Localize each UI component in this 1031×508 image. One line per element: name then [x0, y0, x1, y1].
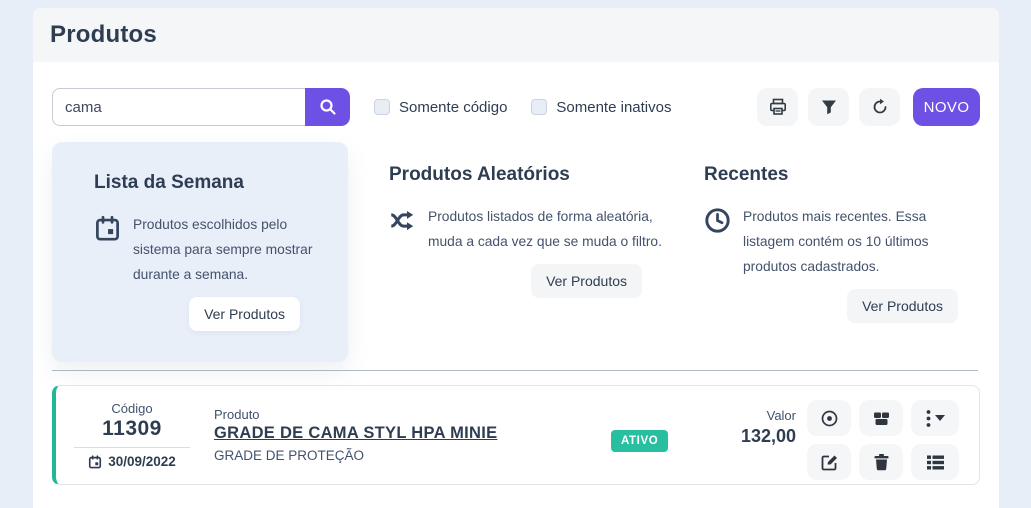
checkbox-somente-inativos[interactable]: Somente inativos	[531, 99, 671, 116]
status-badge: ATIVO	[611, 430, 668, 452]
printer-icon	[769, 98, 787, 116]
card-lista-da-semana: Lista da Semana Produtos escolhidos pelo…	[52, 142, 348, 362]
product-value: 132,00	[741, 426, 796, 447]
checkbox-label: Somente inativos	[556, 99, 671, 116]
trash-icon	[873, 453, 890, 471]
card-description: Produtos listados de forma aleatória, mu…	[428, 204, 666, 254]
info-cards-row: Lista da Semana Produtos escolhidos pelo…	[52, 142, 980, 362]
edit-icon	[820, 453, 839, 472]
card-description-line: Produtos listados de forma aleatória, mu…	[389, 204, 667, 254]
caret-down-icon	[935, 415, 945, 421]
card-description-line: Produtos mais recentes. Essa listagem co…	[704, 204, 982, 279]
card-title: Recentes	[704, 164, 982, 186]
card-produtos-aleatorios: Produtos Aleatórios Produtos listados de…	[389, 164, 667, 298]
code-divider	[74, 447, 190, 448]
ver-produtos-button[interactable]: Ver Produtos	[189, 297, 300, 331]
calendar-small-icon	[88, 455, 102, 469]
page-header: Produtos	[33, 8, 999, 62]
search-group	[52, 88, 350, 126]
ver-produtos-button[interactable]: Ver Produtos	[531, 264, 642, 298]
card-title: Produtos Aleatórios	[389, 164, 667, 186]
search-icon	[319, 98, 337, 116]
valor-label: Valor	[741, 408, 796, 423]
product-name-link[interactable]: GRADE DE CAMA STYL HPA MINIE	[214, 424, 497, 443]
product-row: Código 11309 30/09/2022 Produto GRADE DE…	[52, 385, 980, 485]
search-input[interactable]	[52, 88, 305, 126]
boxes-icon	[872, 409, 891, 428]
clock-icon	[704, 207, 731, 234]
new-product-button[interactable]: NOVO	[913, 88, 980, 126]
target-button[interactable]	[807, 400, 851, 436]
toolbar: Somente código Somente inativos	[52, 88, 980, 126]
edit-button[interactable]	[807, 444, 851, 480]
product-code-block: Código 11309 30/09/2022	[56, 401, 208, 469]
list-icon	[926, 454, 945, 471]
filter-icon	[820, 98, 838, 116]
ver-produtos-button[interactable]: Ver Produtos	[847, 289, 958, 323]
boxes-button[interactable]	[859, 400, 903, 436]
product-date: 30/09/2022	[108, 454, 176, 469]
checkbox-label: Somente código	[399, 99, 507, 116]
product-category: GRADE DE PROTEÇÃO	[214, 448, 497, 463]
card-description-line: Produtos escolhidos pelo sistema para se…	[94, 212, 328, 287]
product-date-line: 30/09/2022	[56, 454, 208, 469]
checkbox-box[interactable]	[374, 99, 390, 115]
section-divider	[52, 370, 978, 371]
refresh-button[interactable]	[859, 88, 900, 126]
kebab-menu-icon	[926, 409, 931, 428]
card-description: Produtos mais recentes. Essa listagem co…	[743, 204, 967, 279]
page-title: Produtos	[50, 21, 157, 49]
calendar-icon	[94, 215, 121, 242]
delete-button[interactable]	[859, 444, 903, 480]
list-button[interactable]	[911, 444, 959, 480]
checkbox-somente-codigo[interactable]: Somente código	[374, 99, 507, 116]
card-recentes: Recentes Produtos mais recentes. Essa li…	[704, 164, 982, 323]
card-title: Lista da Semana	[94, 172, 328, 194]
products-panel: Produtos Somente código Somente inativ	[33, 8, 999, 508]
product-code: 11309	[56, 417, 208, 441]
refresh-icon	[871, 98, 889, 116]
codigo-label: Código	[56, 401, 208, 416]
target-icon	[820, 409, 839, 428]
more-menu-button[interactable]	[911, 400, 959, 436]
shuffle-icon	[389, 207, 416, 234]
product-actions	[807, 400, 959, 480]
product-info-block: Produto GRADE DE CAMA STYL HPA MINIE GRA…	[214, 407, 497, 463]
card-description: Produtos escolhidos pelo sistema para se…	[133, 212, 328, 287]
product-value-block: Valor 132,00	[741, 408, 796, 447]
print-button[interactable]	[757, 88, 798, 126]
produto-label: Produto	[214, 407, 497, 422]
panel-body: Somente código Somente inativos	[33, 62, 999, 485]
filter-button[interactable]	[808, 88, 849, 126]
search-button[interactable]	[305, 88, 350, 126]
checkbox-box[interactable]	[531, 99, 547, 115]
